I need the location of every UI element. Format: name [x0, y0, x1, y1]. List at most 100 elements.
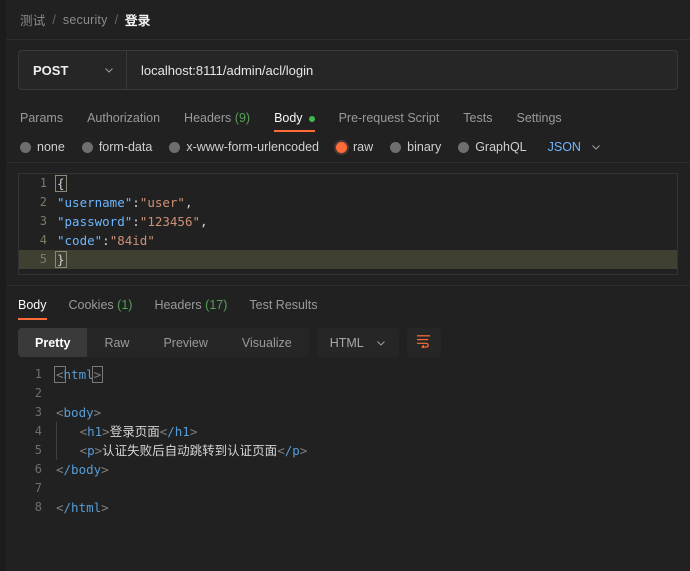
body-type-graphql[interactable]: GraphQL: [458, 140, 526, 154]
line-number: 7: [6, 479, 56, 498]
view-mode-raw-label: Raw: [104, 336, 129, 350]
body-type-raw[interactable]: raw: [336, 140, 373, 154]
request-body-editor[interactable]: 1 { 2 "username":"user", 3 "password":"1…: [18, 173, 678, 275]
response-format-label: HTML: [330, 336, 364, 350]
code-text: }: [57, 250, 677, 269]
radio-icon: [390, 142, 401, 153]
wrap-lines-button[interactable]: [407, 328, 441, 357]
response-tab-body-label: Body: [18, 298, 47, 312]
json-key: "username": [57, 195, 132, 210]
view-mode-raw[interactable]: Raw: [87, 328, 146, 357]
line-number: 4: [19, 231, 57, 250]
body-type-none[interactable]: none: [20, 140, 65, 154]
json-key: "code": [57, 233, 102, 248]
method-label: POST: [33, 63, 68, 78]
tab-tests[interactable]: Tests: [463, 111, 492, 132]
response-tab-test-results-label: Test Results: [249, 298, 317, 312]
line-number: 1: [19, 174, 57, 193]
view-mode-visualize[interactable]: Visualize: [225, 328, 309, 357]
code-line: 6 </body>: [6, 460, 690, 479]
code-line: 2 "username":"user",: [19, 193, 677, 212]
code-line: 1 {: [19, 174, 677, 193]
response-format-selector[interactable]: HTML: [317, 328, 399, 357]
line-number: 3: [6, 403, 56, 422]
line-number: 2: [6, 384, 56, 403]
code-line: 3 "password":"123456",: [19, 212, 677, 231]
line-number: 5: [19, 250, 57, 269]
view-mode-preview-label: Preview: [163, 336, 207, 350]
radio-selected-icon: [336, 142, 347, 153]
body-type-form-data[interactable]: form-data: [82, 140, 153, 154]
breadcrumb-item-collection[interactable]: 测试: [20, 10, 45, 29]
body-type-binary[interactable]: binary: [390, 140, 441, 154]
response-tab-body[interactable]: Body: [18, 298, 47, 320]
body-type-urlencoded[interactable]: x-www-form-urlencoded: [169, 140, 319, 154]
brace-match: {: [56, 176, 66, 191]
response-tab-cookies[interactable]: Cookies (1): [69, 298, 133, 320]
line-number: 1: [6, 365, 56, 384]
radio-icon: [82, 142, 93, 153]
response-tabs: Body Cookies (1) Headers (17) Test Resul…: [6, 286, 690, 320]
code-line: 4 "code":"84id": [19, 231, 677, 250]
tag-name: /html: [64, 500, 102, 515]
tab-params[interactable]: Params: [20, 111, 63, 132]
line-number: 4: [6, 422, 56, 441]
tag-text: 认证失败后自动跳转到认证页面: [102, 443, 277, 458]
line-number: 6: [6, 460, 56, 479]
json-comma: ,: [185, 195, 193, 210]
tab-authorization-label: Authorization: [87, 111, 160, 125]
tag-name: html: [64, 367, 94, 382]
code-text: "username":"user",: [57, 193, 677, 212]
raw-format-selector[interactable]: JSON: [548, 140, 601, 154]
tab-pre-request-script[interactable]: Pre-request Script: [339, 111, 440, 132]
view-mode-pretty[interactable]: Pretty: [18, 328, 87, 357]
tab-headers[interactable]: Headers (9): [184, 111, 250, 132]
bracket-match: >: [93, 367, 103, 382]
code-text: {: [57, 174, 677, 193]
body-type-binary-label: binary: [407, 140, 441, 154]
response-tab-headers[interactable]: Headers (17): [154, 298, 227, 320]
json-comma: ,: [200, 214, 208, 229]
response-body-viewer[interactable]: 1 <html> 2 3 <body> 4 <h1>登录页面</h1> 5 <p…: [6, 357, 690, 517]
response-tab-headers-count: (17): [205, 298, 227, 312]
code-text: <p>认证失败后自动跳转到认证页面</p>: [56, 441, 307, 460]
response-tab-test-results[interactable]: Test Results: [249, 298, 317, 320]
method-selector[interactable]: POST: [19, 51, 127, 89]
code-text: <body>: [56, 403, 101, 422]
code-line-active: 5 }: [19, 250, 677, 269]
url-bar: POST localhost:8111/admin/acl/login: [18, 50, 678, 90]
body-type-selector: none form-data x-www-form-urlencoded raw…: [6, 132, 690, 163]
chevron-down-icon: [104, 65, 114, 75]
line-number: 2: [19, 193, 57, 212]
tab-body-label: Body: [274, 111, 303, 125]
tab-settings-label: Settings: [516, 111, 561, 125]
response-tab-cookies-count: (1): [117, 298, 132, 312]
code-text: <html>: [56, 365, 101, 384]
tab-params-label: Params: [20, 111, 63, 125]
tag-name: /p: [285, 443, 300, 458]
postman-request-window: 测试 / security / 登录 POST localhost:8111/a…: [0, 0, 690, 571]
tag-name: body: [64, 405, 94, 420]
code-line: 3 <body>: [6, 403, 690, 422]
tab-settings[interactable]: Settings: [516, 111, 561, 132]
json-colon: :: [132, 195, 140, 210]
breadcrumb-item-request[interactable]: 登录: [125, 10, 150, 29]
breadcrumb: 测试 / security / 登录: [6, 0, 690, 40]
radio-icon: [458, 142, 469, 153]
response-tab-cookies-label: Cookies: [69, 298, 114, 312]
code-text: </html>: [56, 498, 109, 517]
chevron-down-icon: [591, 142, 601, 152]
wrap-lines-icon: [415, 333, 432, 353]
tab-authorization[interactable]: Authorization: [87, 111, 160, 132]
tag-name: h1: [87, 424, 102, 439]
body-type-graphql-label: GraphQL: [475, 140, 526, 154]
body-modified-dot-icon: [309, 116, 315, 122]
breadcrumb-item-folder[interactable]: security: [63, 13, 108, 27]
code-line: 4 <h1>登录页面</h1>: [6, 422, 690, 441]
tab-body[interactable]: Body: [274, 111, 315, 132]
url-input[interactable]: localhost:8111/admin/acl/login: [127, 51, 677, 89]
brace-match: }: [56, 252, 66, 267]
tag-name: /h1: [167, 424, 190, 439]
view-mode-preview[interactable]: Preview: [146, 328, 224, 357]
line-number: 5: [6, 441, 56, 460]
